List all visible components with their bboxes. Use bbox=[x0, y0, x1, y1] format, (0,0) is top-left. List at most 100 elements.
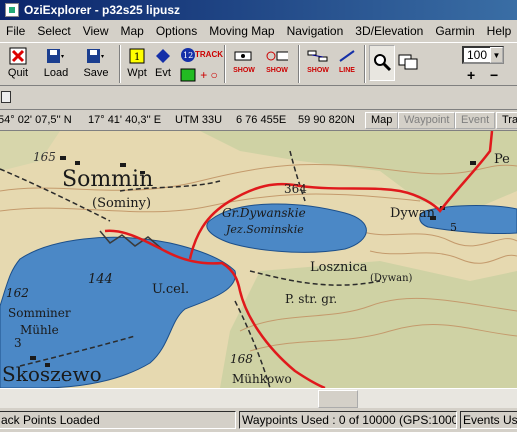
show-label-1: SHOW bbox=[233, 67, 255, 74]
longitude-readout: 17° 41' 40,3'' E bbox=[88, 114, 162, 126]
label-dywan: Dywan bbox=[390, 206, 436, 221]
latitude-readout: 54° 02' 07,5'' N bbox=[0, 114, 72, 126]
event-button[interactable]: Evt bbox=[150, 43, 176, 85]
waypoint-button[interactable]: 1 Wpt bbox=[124, 43, 150, 85]
label-dywan-num: 5 bbox=[450, 221, 457, 234]
coordinate-bar: 54° 02' 07,5'' N 17° 41' 40,3'' E UTM 33… bbox=[0, 110, 517, 131]
show-events-button[interactable]: SHOW bbox=[259, 43, 295, 85]
map-canvas[interactable]: Sommin (Sominy) 165 364 Dywan 5 Gr.Dywan… bbox=[0, 131, 517, 388]
save-button[interactable]: Save bbox=[76, 43, 116, 85]
line-tool-button[interactable]: LINE bbox=[333, 43, 361, 85]
menu-moving-map[interactable]: Moving Map bbox=[203, 20, 280, 42]
grip-icon[interactable] bbox=[1, 91, 11, 103]
main-toolbar: Quit Load Save 1 Wpt Evt 12 TRACK + ○ SH… bbox=[0, 42, 517, 86]
easting-readout: 6 76 455E bbox=[236, 114, 287, 126]
map-window-button[interactable] bbox=[395, 43, 421, 85]
label-sommin: Sommin bbox=[62, 167, 153, 192]
find-button[interactable] bbox=[369, 45, 395, 81]
show-tracks-button[interactable]: SHOW bbox=[303, 43, 333, 85]
label-ucel: U.cel. bbox=[152, 282, 189, 297]
label-losznica-sub: (Dywan) bbox=[370, 273, 413, 284]
show-waypoints-button[interactable]: SHOW bbox=[229, 43, 259, 85]
load-label: Load bbox=[43, 67, 69, 79]
status-events: Events Use bbox=[460, 411, 517, 429]
label-skoszewo: Skoszewo bbox=[2, 362, 102, 386]
menu-file[interactable]: File bbox=[0, 20, 31, 42]
load-icon bbox=[45, 46, 67, 66]
menu-help[interactable]: Help bbox=[481, 20, 517, 42]
menu-view[interactable]: View bbox=[77, 20, 115, 42]
plus-circle-icon[interactable]: + ○ bbox=[199, 65, 219, 84]
event-mode-button[interactable]: Event bbox=[455, 112, 496, 129]
save-label: Save bbox=[83, 67, 109, 79]
save-icon bbox=[85, 46, 107, 66]
line-label: LINE bbox=[339, 67, 355, 74]
quit-button[interactable]: Quit bbox=[0, 43, 36, 85]
label-162: 162 bbox=[6, 286, 29, 300]
label-165: 165 bbox=[33, 150, 56, 164]
northing-readout: 59 90 820N bbox=[298, 114, 355, 126]
label-lake-sominskie: Jez.Sominskie bbox=[224, 223, 304, 236]
toolbar-separator bbox=[364, 45, 366, 83]
menu-navigation[interactable]: Navigation bbox=[281, 20, 350, 42]
toolbar-separator bbox=[224, 45, 226, 83]
route-number-text: 12 bbox=[183, 51, 193, 60]
status-waypoints: Waypoints Used : 0 of 10000 (GPS:1000) bbox=[239, 411, 457, 429]
map-mode-button[interactable]: Map bbox=[365, 112, 399, 129]
label-losznica: Losznica bbox=[310, 260, 368, 275]
show-label-3: SHOW bbox=[307, 67, 329, 74]
quit-icon bbox=[7, 46, 29, 66]
track-mode-button[interactable]: Tra bbox=[496, 112, 517, 129]
label-pe: Pe bbox=[494, 152, 510, 167]
chevron-down-icon[interactable]: ▼ bbox=[490, 47, 503, 63]
label-sominer: Somminer bbox=[8, 306, 71, 320]
toolbar-separator bbox=[298, 45, 300, 83]
window-icon bbox=[397, 51, 419, 71]
title-bar: OziExplorer - p32s25 lipusz bbox=[0, 0, 517, 20]
status-bar: ack Points Loaded Waypoints Used : 0 of … bbox=[0, 408, 517, 432]
quit-label: Quit bbox=[7, 67, 29, 79]
waypoint-mode-button[interactable]: Waypoint bbox=[398, 112, 456, 129]
waypoint-label: Wpt bbox=[127, 67, 147, 79]
label-sominy: (Sominy) bbox=[92, 196, 151, 211]
waypoint-icon: 1 bbox=[126, 46, 148, 66]
show-label-2: SHOW bbox=[266, 67, 288, 74]
label-168: 168 bbox=[230, 352, 253, 366]
window-title: OziExplorer - p32s25 lipusz bbox=[24, 3, 181, 17]
show-waypoints-icon bbox=[233, 46, 255, 66]
load-button[interactable]: Load bbox=[36, 43, 76, 85]
menu-garmin[interactable]: Garmin bbox=[429, 20, 480, 42]
menu-map[interactable]: Map bbox=[115, 20, 150, 42]
toolbar-separator bbox=[119, 45, 121, 83]
event-label: Evt bbox=[155, 67, 171, 79]
track-tool-icon[interactable]: TRACK bbox=[195, 45, 223, 64]
zoom-in-icon[interactable]: + bbox=[467, 67, 475, 83]
secondary-toolbar bbox=[0, 86, 517, 110]
line-tool-icon bbox=[336, 46, 358, 66]
magnifier-icon bbox=[371, 52, 393, 72]
label-muhle: Mühle bbox=[20, 323, 59, 337]
menu-options[interactable]: Options bbox=[150, 20, 203, 42]
zoom-out-icon[interactable]: − bbox=[490, 67, 498, 83]
label-muthkowo: Mühkowo bbox=[232, 372, 292, 386]
label-364: 364 bbox=[284, 182, 307, 196]
map-view[interactable]: Sommin (Sominy) 165 364 Dywan 5 Gr.Dywan… bbox=[0, 131, 517, 388]
menu-3d-elevation[interactable]: 3D/Elevation bbox=[349, 20, 429, 42]
label-pstr: P. str. gr. bbox=[285, 292, 337, 306]
svg-text:1: 1 bbox=[134, 52, 140, 63]
app-icon[interactable] bbox=[5, 3, 19, 17]
scrollbar-thumb[interactable] bbox=[318, 390, 358, 408]
label-144: 144 bbox=[88, 272, 113, 287]
status-track-points: ack Points Loaded bbox=[0, 411, 236, 429]
menu-bar: File Select View Map Options Moving Map … bbox=[0, 20, 517, 42]
show-events-icon bbox=[266, 46, 288, 66]
marker-tools: 12 TRACK + ○ bbox=[176, 43, 223, 86]
horizontal-scrollbar[interactable] bbox=[0, 388, 517, 408]
label-lake-dywanskie: Gr.Dywanskie bbox=[222, 206, 306, 220]
event-icon bbox=[152, 46, 174, 66]
show-tracks-icon bbox=[307, 46, 329, 66]
grid-zone-readout: UTM 33U bbox=[175, 114, 223, 126]
label-3: 3 bbox=[14, 336, 22, 350]
menu-select[interactable]: Select bbox=[31, 20, 76, 42]
green-marker-icon[interactable] bbox=[178, 65, 198, 84]
